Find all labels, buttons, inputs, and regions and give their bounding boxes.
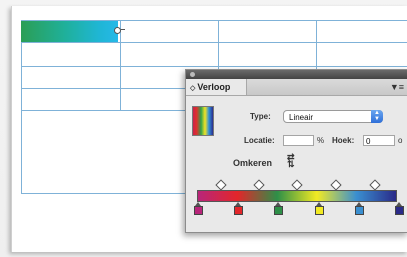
angle-field[interactable]: 0 [363, 135, 395, 146]
tab-verloop[interactable]: ◇ Verloop [186, 79, 247, 95]
location-field[interactable] [283, 135, 314, 146]
gradient-midpoint[interactable] [215, 179, 227, 191]
gradient-ramp[interactable] [197, 190, 397, 202]
type-select[interactable]: Lineair ▲ ▼ [283, 110, 383, 123]
gradient-stop-color [274, 206, 283, 215]
gradient-preview-swatch[interactable] [192, 106, 214, 136]
table-column-divider [218, 21, 219, 69]
gradient-stop[interactable] [234, 202, 243, 215]
gradient-stop-color [194, 206, 203, 215]
gradient-panel: ◇ Verloop ▼≡ Type: Lineair ▲ ▼ Locatie: % … [185, 69, 407, 233]
gradient-stop[interactable] [355, 202, 364, 215]
gradient-stop-color [395, 206, 404, 215]
gradient-stop[interactable] [274, 202, 283, 215]
gradient-midpoint[interactable] [253, 179, 265, 191]
gradient-stop-color [234, 206, 243, 215]
gradient-midpoint[interactable] [291, 179, 303, 191]
gradient-midpoint[interactable] [369, 179, 381, 191]
table-row-divider [22, 66, 407, 67]
location-label: Locatie: [244, 136, 275, 145]
type-select-value: Lineair [289, 113, 314, 122]
gradient-stop-color [355, 206, 364, 215]
table-column-divider [316, 21, 317, 69]
type-label: Type: [250, 112, 271, 121]
tab-verloop-label: Verloop [197, 82, 231, 92]
cell-insertion-point [114, 27, 121, 34]
panel-close-icon[interactable] [190, 72, 195, 77]
panel-menu-icon[interactable]: ▼≡ [390, 81, 404, 93]
gradient-stop[interactable] [315, 202, 324, 215]
selected-table-cell[interactable] [21, 21, 118, 42]
reverse-gradient-icon[interactable]: ⇄ ⇅ [287, 153, 303, 169]
select-arrows-icon[interactable]: ▲ ▼ [371, 110, 383, 123]
angle-label: Hoek: [332, 136, 355, 145]
reverse-label: Omkeren [233, 158, 273, 168]
gradient-stop[interactable] [395, 202, 404, 215]
panel-tab-bar: ◇ Verloop ▼≡ [186, 79, 407, 96]
gradient-stop[interactable] [194, 202, 203, 215]
gradient-midpoint[interactable] [330, 179, 342, 191]
angle-unit: o [398, 136, 403, 145]
location-unit: % [317, 136, 325, 145]
table-column-divider [120, 21, 121, 110]
tab-collapse-icon[interactable]: ◇ [190, 85, 195, 92]
gradient-stop-color [315, 206, 324, 215]
cell-cursor-mark [121, 29, 125, 30]
panel-title-bar[interactable] [186, 70, 407, 79]
table-row-divider [22, 42, 407, 43]
